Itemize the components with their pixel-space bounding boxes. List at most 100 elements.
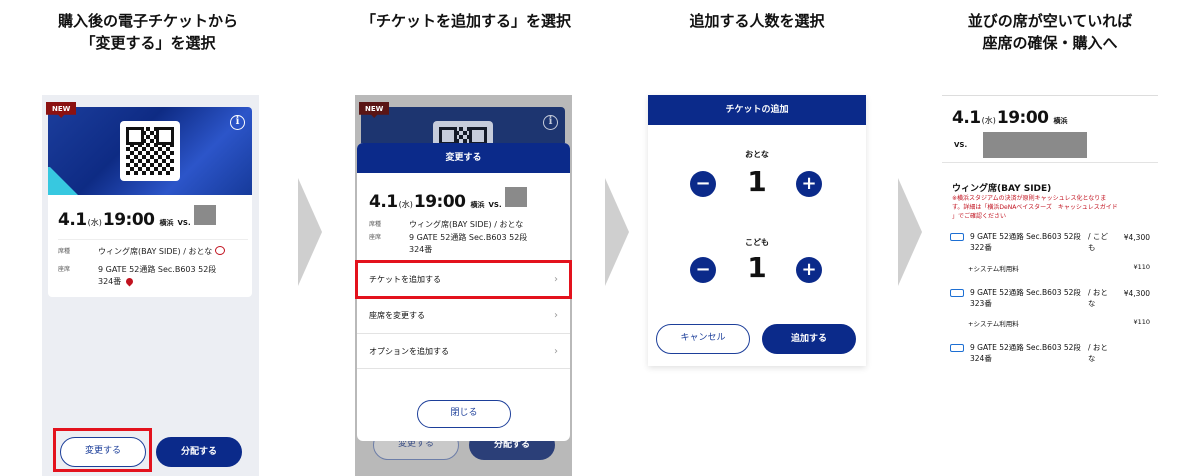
step-1-title: 購入後の電子チケットから 「変更する」を選択 [18, 10, 278, 54]
game-date: 4.1 (水) 19:00 横浜 [952, 108, 1068, 128]
chat-icon[interactable] [215, 246, 226, 255]
step-1-title-line2: 「変更する」を選択 [80, 34, 216, 52]
seat-type-label: 席種 [369, 221, 382, 228]
vs-label: VS. [488, 201, 502, 209]
seat-label: 座席 [58, 266, 71, 273]
menu-add-option-label: オプションを追加する [369, 347, 449, 356]
seat-type-value: ウィング席(BAY SIDE) / おとな [409, 220, 524, 229]
seat-label: 座席 [369, 234, 382, 241]
seat-value-line1: 9 GATE 52通路 Sec.B603 52段 [98, 265, 217, 274]
notice-line3: 」でご確認ください [952, 213, 1007, 220]
adult-minus-button[interactable]: − [690, 171, 716, 197]
ticket-kind: / おとな [1088, 343, 1108, 363]
cashless-notice: ※横浜スタジアムの決済が原則キャッシュレス化となりま す。詳細は「横浜DeNAベ… [952, 194, 1157, 221]
menu-add-option[interactable]: オプションを追加する › [357, 333, 570, 369]
ticket-row: 9 GATE 52通路 Sec.B603 52段 324番 / おとな [950, 342, 1150, 364]
modal-title: 変更する [357, 143, 570, 173]
game-date: 4.1 (水) 19:00 横浜 VS. [58, 205, 216, 230]
fee-value: ¥110 [1133, 318, 1150, 326]
step-4-title: 並びの席が空いていれば 座席の確保・購入へ [920, 10, 1180, 54]
seat-row: 座席 9 GATE 52通路 Sec.B603 52段 324番 [369, 232, 527, 256]
notice-line1: ※横浜スタジアムの決済が原則キャッシュレス化となりま [952, 195, 1107, 202]
e-ticket-card: i 4.1 (水) 19:00 横浜 VS. 席種 ウィング席(BAY SIDE… [48, 107, 252, 297]
fee-row: +システム利用料 ¥110 [968, 263, 1150, 273]
cancel-button[interactable]: キャンセル [656, 324, 750, 354]
screen-ticket-detail: i 4.1 (水) 19:00 横浜 VS. 席種 ウィング席(BAY SIDE… [42, 95, 259, 476]
add-button[interactable]: 追加する [762, 324, 856, 354]
ticket-seat: 9 GATE 52通路 Sec.B603 52段 322番 [970, 232, 1081, 252]
adult-count: 1 [747, 165, 767, 198]
seat-row: 座席 9 GATE 52通路 Sec.B603 52段 324番 [58, 264, 216, 288]
game-date: 4.1 (水) 19:00 横浜 VS. [369, 187, 527, 212]
opponent-logo-redacted [983, 132, 1088, 158]
next-arrow-icon [605, 178, 629, 286]
date-main: 4.1 [952, 108, 981, 128]
ticket-seat: 9 GATE 52通路 Sec.B603 52段 323番 [970, 288, 1081, 308]
opponent-row: VS. [954, 132, 1088, 158]
fee-row: +システム利用料 ¥110 [968, 318, 1150, 328]
seat-type-row: 席種 ウィング席(BAY SIDE) / おとな [369, 219, 523, 231]
seat-type-label: 席種 [58, 248, 71, 255]
date-main: 4.1 [58, 210, 87, 230]
info-icon: i [543, 115, 558, 130]
step-4-title-line2: 座席の確保・購入へ [982, 34, 1118, 52]
highlight-frame [355, 260, 572, 299]
child-minus-button[interactable]: − [690, 257, 716, 283]
vs-label: VS. [954, 141, 968, 149]
screen-add-ticket: チケットの追加 おとな − 1 + こども − 1 + キャンセル 追加する [648, 95, 866, 366]
ticket-icon [950, 233, 964, 241]
ticket-seat: 9 GATE 52通路 Sec.B603 52段 324番 [970, 343, 1081, 363]
game-time: 19:00 [102, 210, 155, 230]
seat-section-title: ウィング席(BAY SIDE) [952, 184, 1052, 194]
chevron-right-icon: › [554, 310, 558, 321]
game-time: 19:00 [413, 192, 466, 212]
step-2-title-line1: 「チケットを追加する」を選択 [360, 12, 571, 30]
close-button[interactable]: 閉じる [417, 400, 511, 428]
child-label: こども [745, 238, 769, 247]
venue: 横浜 [159, 219, 174, 227]
seat-value-line2: 324番 [98, 277, 122, 286]
adult-label: おとな [745, 150, 769, 159]
fee-label: +システム利用料 [968, 320, 1019, 328]
game-time: 19:00 [996, 108, 1049, 128]
chevron-right-icon: › [554, 346, 558, 357]
ticket-icon [950, 344, 964, 352]
step-3-title: 追加する人数を選択 [627, 10, 887, 32]
opponent-logo-redacted [504, 187, 527, 207]
highlight-frame [53, 428, 152, 472]
step-4-title-line1: 並びの席が空いていれば [967, 12, 1133, 30]
ticket-icon [950, 289, 964, 297]
tutorial-root: 購入後の電子チケットから 「変更する」を選択 「チケットを追加する」を選択 追加… [0, 0, 1200, 476]
seat-value: 9 GATE 52通路 Sec.B603 52段 324番 [98, 264, 216, 288]
fee-label: +システム利用料 [968, 265, 1019, 273]
seat-type-value: ウィング席(BAY SIDE) / おとな [98, 247, 213, 256]
ticket-kind: / こども [1088, 232, 1108, 252]
ticket-row: 9 GATE 52通路 Sec.B603 52段 322番 / こども ¥4,30… [950, 231, 1150, 253]
child-count: 1 [747, 251, 767, 284]
screen-change-modal: i NEW 変更する 分配する 変更する 4.1 (水) 19:00 横浜 VS… [355, 95, 572, 476]
adult-plus-button[interactable]: + [796, 171, 822, 197]
ticket-row: 9 GATE 52通路 Sec.B603 52段 323番 / おとな ¥4,30… [950, 287, 1150, 309]
weekday: (水) [981, 116, 996, 125]
seat-type-row: 席種 ウィング席(BAY SIDE) / おとな [58, 239, 248, 258]
qr-code-icon [120, 121, 180, 181]
info-icon[interactable]: i [230, 115, 245, 130]
divider [942, 162, 1158, 163]
menu-change-seat[interactable]: 座席を変更する › [357, 297, 570, 333]
vs-label: VS. [177, 219, 191, 227]
menu-change-seat-label: 座席を変更する [369, 311, 425, 320]
ticket-kind: / おとな [1088, 288, 1108, 308]
date-main: 4.1 [369, 192, 398, 212]
screen-seat-confirm: 4.1 (水) 19:00 横浜 VS. ウィング席(BAY SIDE) ※横浜… [942, 95, 1158, 376]
notice-line2: す。詳細は「横浜DeNAベイスターズ キャッシュレスガイド [952, 204, 1118, 211]
weekday: (水) [87, 218, 102, 227]
venue: 横浜 [470, 201, 485, 209]
distribute-button[interactable]: 分配する [156, 437, 242, 467]
seat-value-line1: 9 GATE 52通路 Sec.B603 52段 [409, 233, 528, 242]
ticket-price: ¥4,300 [1123, 289, 1150, 298]
venue: 横浜 [1053, 117, 1068, 125]
child-plus-button[interactable]: + [796, 257, 822, 283]
next-arrow-icon [298, 178, 322, 286]
seat-value-line2: 324番 [409, 245, 433, 254]
map-pin-icon[interactable] [124, 276, 135, 287]
